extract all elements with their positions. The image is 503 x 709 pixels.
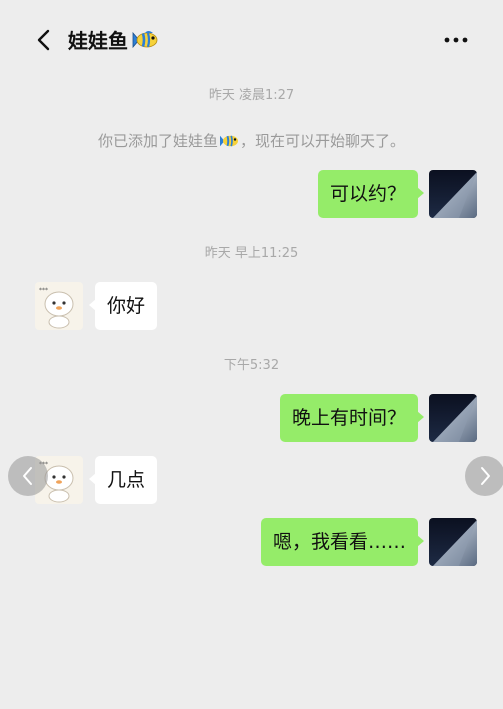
chevron-right-icon	[481, 467, 490, 485]
avatar[interactable]: ***	[35, 282, 83, 330]
message-row-outgoing: 晚上有时间？	[0, 394, 503, 444]
chevron-left-icon	[23, 467, 32, 485]
avatar[interactable]	[429, 518, 477, 566]
message-row-outgoing: 嗯，我看看……	[0, 518, 503, 568]
chat-title: 娃娃鱼	[68, 25, 159, 54]
status-bar	[0, 0, 503, 12]
my-avatar-image	[429, 518, 477, 566]
tropical-fish-emoji-icon	[132, 30, 158, 48]
timestamp: 昨天 凌晨1:27	[208, 88, 295, 103]
system-message-text: 你已添加了娃娃鱼	[97, 132, 218, 150]
more-dots-icon	[444, 37, 468, 43]
message-bubble-incoming[interactable]: 几点	[88, 456, 158, 504]
timestamp: 下午5:32	[223, 358, 280, 373]
message-bubble-outgoing[interactable]: 晚上有时间？	[279, 394, 425, 442]
contact-avatar-image: ***	[35, 282, 83, 330]
message-bubble-incoming[interactable]: 你好	[88, 282, 158, 330]
more-options-button[interactable]	[443, 26, 469, 54]
chat-header: 娃娃鱼	[0, 12, 503, 66]
message-bubble-outgoing[interactable]: 嗯，我看看……	[260, 518, 425, 566]
next-image-button[interactable]	[465, 456, 503, 496]
timestamp: 昨天 早上11:25	[204, 246, 299, 261]
system-message: 你已添加了娃娃鱼 ，现在可以开始聊天了。	[0, 130, 503, 151]
chevron-left-icon	[37, 29, 50, 51]
my-avatar-image	[429, 394, 477, 442]
message-row-incoming: *** 几点	[0, 456, 503, 506]
message-row-incoming: *** 你好	[0, 282, 503, 332]
message-bubble-outgoing[interactable]: 可以约？	[317, 170, 425, 218]
avatar[interactable]	[429, 394, 477, 442]
svg-text:***: ***	[39, 287, 48, 294]
previous-image-button[interactable]	[8, 456, 48, 496]
contact-name: 娃娃鱼	[68, 29, 128, 53]
tropical-fish-emoji-icon	[220, 135, 238, 146]
message-row-outgoing: 可以约？	[0, 170, 503, 220]
avatar[interactable]	[429, 170, 477, 218]
system-message-text: ，现在可以开始聊天了。	[240, 132, 406, 150]
back-button[interactable]	[30, 26, 58, 54]
my-avatar-image	[429, 170, 477, 218]
